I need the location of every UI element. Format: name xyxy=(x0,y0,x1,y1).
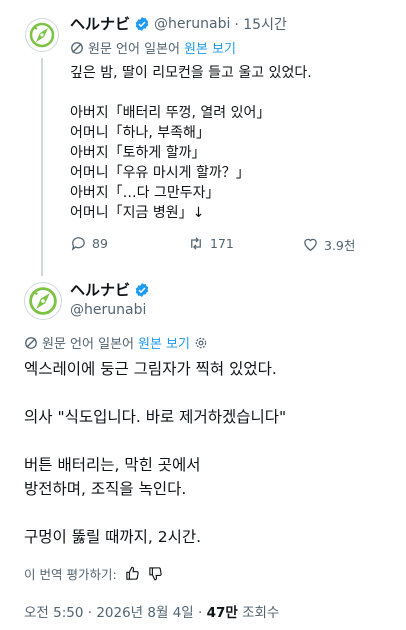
avatar[interactable] xyxy=(24,282,62,320)
translation-notice: 원문 언어 일본어 원본 보기 xyxy=(24,333,208,352)
thread-line xyxy=(41,58,43,276)
views-label: 조회수 xyxy=(237,605,280,621)
tweet1-text: 깊은 밤, 딸이 리모컨을 들고 울고 있었다. 아버지「배터리 뚜껑, 열려 … xyxy=(70,63,400,223)
retweet-button[interactable]: 171 xyxy=(187,235,234,252)
translation-label: 원문 언어 일본어 xyxy=(88,42,180,57)
display-name[interactable]: ヘルナビ xyxy=(70,279,130,300)
text-line xyxy=(24,429,394,453)
rate-translation-label: 이 번역 평가하기: xyxy=(24,567,117,582)
text-line: 아버지「토하게 할까」 xyxy=(70,145,206,161)
avatar[interactable] xyxy=(25,18,59,52)
reply-count: 89 xyxy=(92,236,108,251)
views-count: 47만 xyxy=(206,605,238,621)
text-line: 아버지「…다 그만두자」 xyxy=(70,185,220,201)
tweet1-actions: 89 171 3.9천 xyxy=(70,235,370,255)
tweet1-header: ヘルナビ @herunabi · 15시간 xyxy=(70,13,287,34)
text-line: 구멍이 뚫릴 때까지, 2시간. xyxy=(24,528,202,546)
compass-logo-icon xyxy=(29,22,55,48)
tweet-time[interactable]: · 15시간 xyxy=(234,14,286,34)
retweet-count: 171 xyxy=(210,236,234,251)
text-line: 아버지「배터리 뚜껑, 열려 있어」 xyxy=(70,105,271,121)
translate-icon xyxy=(71,41,83,54)
reply-icon xyxy=(71,237,85,251)
view-original-link[interactable]: 원본 보기 xyxy=(138,333,190,352)
timestamp[interactable]: 오전 5:50 · 2026년 8월 4일 · xyxy=(24,605,207,621)
text-line xyxy=(70,83,400,103)
text-line: 어머니「우유 마시게 할까？」 xyxy=(70,165,250,181)
tweet-metadata: 오전 5:50 · 2026년 8월 4일 · 47만 조회수 xyxy=(24,601,279,621)
verified-badge-icon xyxy=(135,282,149,297)
text-line: 깊은 밤, 딸이 리모컨을 들고 울고 있었다. xyxy=(70,65,312,81)
gear-icon[interactable] xyxy=(194,336,208,350)
thumbs-up-icon[interactable] xyxy=(125,566,140,581)
reply-button[interactable]: 89 xyxy=(70,235,108,252)
translation-label: 원문 언어 일본어 xyxy=(42,337,134,352)
display-name[interactable]: ヘルナビ xyxy=(70,13,130,34)
text-line: 어머니「하나, 부족해」 xyxy=(70,125,210,141)
view-original-link[interactable]: 원본 보기 xyxy=(184,38,236,57)
thumbs-down-icon[interactable] xyxy=(148,566,163,581)
compass-logo-icon xyxy=(29,287,57,315)
handle[interactable]: @herunabi xyxy=(154,16,230,32)
retweet-icon xyxy=(191,237,201,250)
verified-badge-icon xyxy=(135,16,149,31)
text-line xyxy=(24,381,394,405)
text-line: 의사 "식도입니다. 바로 제거하겠습니다" xyxy=(24,408,287,426)
heart-icon xyxy=(304,238,317,251)
text-line xyxy=(24,501,394,525)
rate-translation: 이 번역 평가하기: xyxy=(24,564,163,583)
tweet2-text: 엑스레이에 둥근 그림자가 찍혀 있었다. 의사 "식도입니다. 바로 제거하겠… xyxy=(24,357,394,549)
translate-icon xyxy=(25,336,37,349)
like-count: 3.9천 xyxy=(324,238,356,253)
text-line: 어머니「지금 병원」↓ xyxy=(70,205,205,221)
text-line: 엑스레이에 둥근 그림자가 찍혀 있었다. xyxy=(24,360,277,378)
text-line: 방전하며, 조직을 녹인다. xyxy=(24,480,187,498)
like-button[interactable]: 3.9천 xyxy=(302,235,355,254)
translation-notice: 원문 언어 일본어 원본 보기 xyxy=(70,38,236,57)
text-line: 버튼 배터리는, 막힌 곳에서 xyxy=(24,456,201,474)
tweet2-header: ヘルナビ xyxy=(70,279,150,300)
handle[interactable]: @herunabi xyxy=(70,302,146,318)
